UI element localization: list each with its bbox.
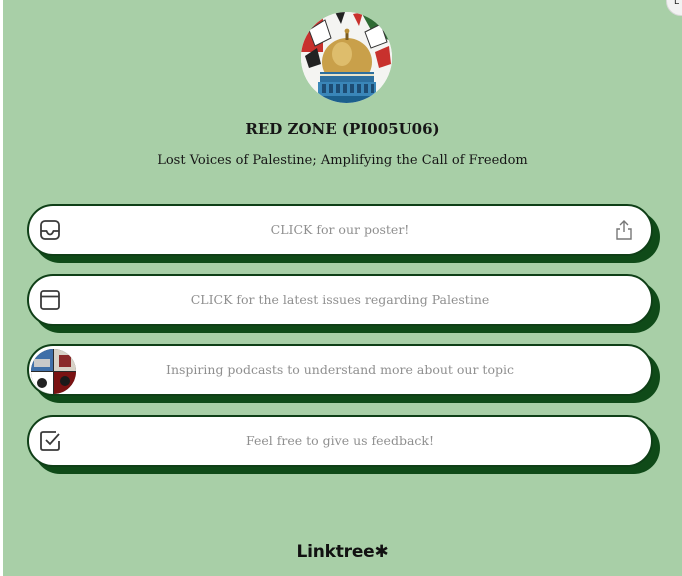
corner-glyph-icon: L bbox=[674, 0, 680, 7]
linktree-page: L RED ZONE (PI005U06) Lost Voices of Pal… bbox=[3, 0, 682, 576]
profile-avatar bbox=[301, 12, 392, 103]
link-button-poster[interactable]: CLICK for our poster! bbox=[27, 204, 653, 256]
linktree-logo[interactable]: Linktree✱ bbox=[3, 542, 682, 562]
link-label: Feel free to give us feedback! bbox=[246, 433, 434, 448]
checkbox-icon bbox=[40, 431, 60, 451]
link-label: CLICK for our poster! bbox=[270, 222, 410, 237]
dome-of-the-rock-image bbox=[301, 12, 392, 103]
link-button-latest-issues[interactable]: CLICK for the latest issues regarding Pa… bbox=[27, 274, 653, 326]
corner-menu-button[interactable]: L bbox=[666, 0, 682, 16]
inbox-icon bbox=[40, 220, 60, 240]
browser-window-icon bbox=[40, 290, 60, 310]
link-label: Inspiring podcasts to understand more ab… bbox=[166, 362, 514, 377]
link-label: CLICK for the latest issues regarding Pa… bbox=[190, 292, 490, 307]
link-button-podcasts[interactable]: Inspiring podcasts to understand more ab… bbox=[27, 344, 653, 396]
profile-bio: Lost Voices of Palestine; Amplifying the… bbox=[157, 153, 528, 168]
profile-title: RED ZONE (PI005U06) bbox=[245, 120, 440, 138]
podcast-collage-image bbox=[31, 349, 76, 394]
share-icon[interactable] bbox=[615, 220, 633, 240]
link-button-feedback[interactable]: Feel free to give us feedback! bbox=[27, 415, 653, 467]
podcast-thumbnail bbox=[31, 349, 76, 394]
